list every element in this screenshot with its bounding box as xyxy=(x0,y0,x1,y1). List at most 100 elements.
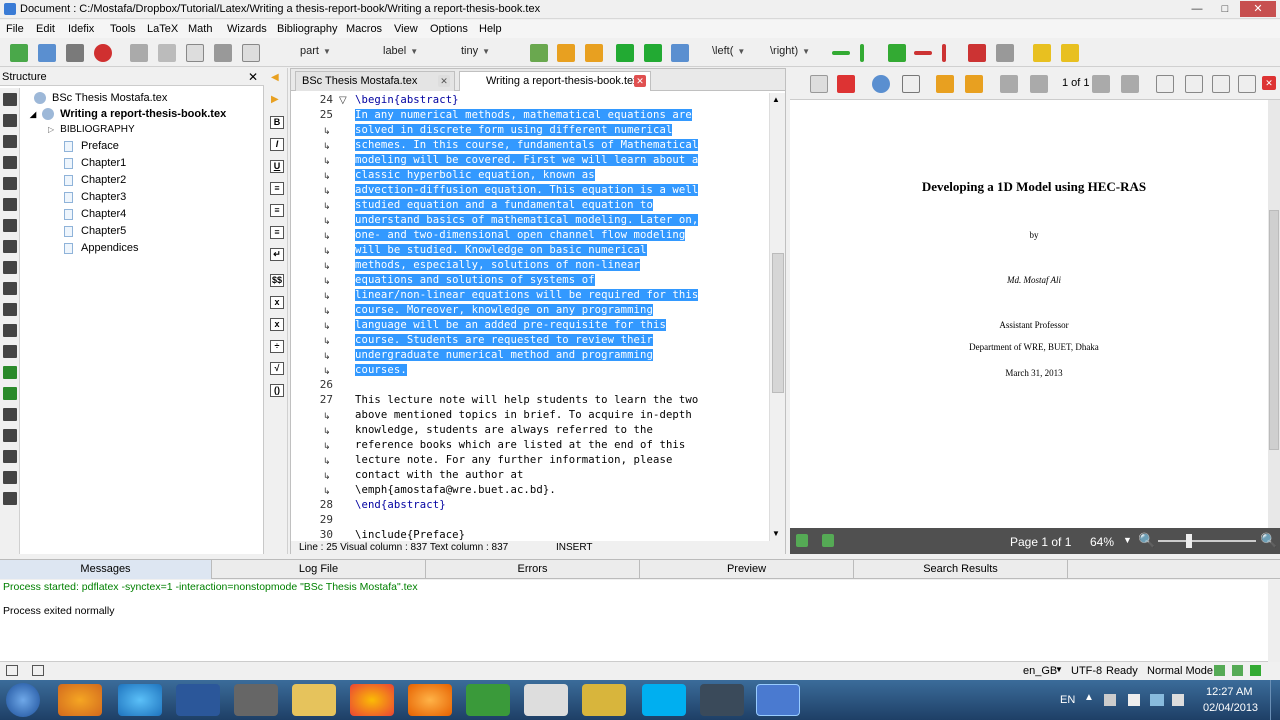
code-line[interactable]: \include{Preface} xyxy=(355,528,465,541)
ps-icon[interactable] xyxy=(3,429,17,442)
code-line[interactable]: methods, especially, solutions of non-li… xyxy=(355,258,641,273)
greek-icon[interactable] xyxy=(3,261,17,274)
circle-icon[interactable] xyxy=(3,324,17,337)
single-page-icon[interactable] xyxy=(1156,75,1174,93)
forward-icon[interactable] xyxy=(965,75,983,93)
code-line[interactable]: \end{abstract} xyxy=(355,498,446,513)
accent-icon[interactable] xyxy=(3,345,17,358)
math-icon[interactable]: $$ xyxy=(270,274,284,287)
run-icon[interactable] xyxy=(644,44,662,62)
clock-date[interactable]: 02/04/2013 xyxy=(1203,702,1258,714)
code-line[interactable]: contact with the author at xyxy=(355,468,523,483)
code-line[interactable]: lecture note. For any further informatio… xyxy=(355,453,672,468)
code-line[interactable]: linear/non-linear equations will be requ… xyxy=(355,288,699,303)
sync-status-icon[interactable] xyxy=(1214,665,1225,676)
tab-messages[interactable]: Messages xyxy=(0,560,212,579)
show-desktop-button[interactable] xyxy=(1270,680,1280,720)
tikz-icon[interactable] xyxy=(3,471,17,484)
braces-icon[interactable] xyxy=(3,198,17,211)
subscript-icon[interactable]: x xyxy=(270,296,284,309)
code-line[interactable]: In any numerical methods, mathematical e… xyxy=(355,108,692,123)
newline-icon[interactable]: ↵ xyxy=(270,248,284,261)
toggle-structure-icon[interactable] xyxy=(6,665,18,676)
redo-icon[interactable] xyxy=(158,44,176,62)
zoom-slider-handle[interactable] xyxy=(1186,534,1192,548)
copy-icon[interactable] xyxy=(186,44,204,62)
code-line[interactable]: This lecture note will help students to … xyxy=(355,393,698,408)
menu-wizards[interactable]: Wizards xyxy=(227,23,267,35)
scroll-thumb[interactable] xyxy=(772,253,784,393)
menu-tools[interactable]: Tools xyxy=(110,23,136,35)
chart-icon[interactable] xyxy=(530,44,548,62)
document-viewer-icon[interactable] xyxy=(524,684,568,716)
code-line[interactable]: \emph{amostafa@wre.buet.ac.bd}. xyxy=(355,483,556,498)
build-icon[interactable] xyxy=(616,44,634,62)
cross-icon[interactable] xyxy=(3,387,17,400)
code-area[interactable]: \begin{abstract} In any numerical methods… xyxy=(355,93,767,541)
tree-item-appendices[interactable]: Appendices xyxy=(64,242,139,254)
encoding-indicator[interactable]: UTF-8 xyxy=(1071,665,1102,677)
tray-app-icon[interactable] xyxy=(1104,694,1116,706)
menu-idefix[interactable]: Idefix xyxy=(68,23,94,35)
hline-icon[interactable] xyxy=(832,51,850,55)
internet-explorer-icon[interactable] xyxy=(118,684,162,716)
menu-edit[interactable]: Edit xyxy=(36,23,55,35)
code-line[interactable]: courses. xyxy=(355,363,407,378)
table-icon[interactable] xyxy=(888,44,906,62)
page-indicator[interactable]: 1 of 1 xyxy=(1062,77,1090,89)
nu-icon[interactable] xyxy=(3,282,17,295)
log-scrollbar[interactable] xyxy=(1268,580,1280,662)
pdf-icon[interactable] xyxy=(837,75,855,93)
grammar-status-icon[interactable] xyxy=(1250,665,1261,676)
forward-arrow-icon[interactable] xyxy=(585,44,603,62)
code-line[interactable]: understand basics of mathematical modeli… xyxy=(355,213,699,228)
delete-vline-icon[interactable] xyxy=(942,44,946,62)
tab-log-file[interactable]: Log File xyxy=(212,560,426,579)
save-icon[interactable] xyxy=(38,44,56,62)
operators-icon[interactable] xyxy=(3,219,17,232)
code-line[interactable]: classic hyperbolic equation, known as xyxy=(355,168,595,183)
underline-icon[interactable]: U xyxy=(270,160,284,173)
fraction-icon[interactable]: ÷ xyxy=(270,340,284,353)
tab-errors[interactable]: Errors xyxy=(426,560,640,579)
paren-icon[interactable]: () xyxy=(270,384,284,397)
zoom-dropdown-icon[interactable]: ▼ xyxy=(1123,535,1132,545)
zoom-out-icon[interactable]: 🔍 xyxy=(1138,532,1155,549)
code-line[interactable]: knowledge, students are always referred … xyxy=(355,423,653,438)
right-arrow-icon[interactable]: ▶ xyxy=(271,94,279,105)
relation-icon[interactable] xyxy=(3,114,17,127)
tab-bsc-thesis[interactable]: BSc Thesis Mostafa.tex ✕ xyxy=(295,71,455,91)
tray-expand-icon[interactable]: ▲ xyxy=(1084,692,1094,703)
editor-scrollbar[interactable]: ▲ ▼ xyxy=(769,93,785,541)
menu-file[interactable]: File xyxy=(6,23,24,35)
align-left-icon[interactable]: ≡ xyxy=(270,182,284,195)
file-explorer-icon[interactable] xyxy=(292,684,336,716)
first-page-icon[interactable] xyxy=(1000,75,1018,93)
menu-latex[interactable]: LaTeX xyxy=(147,23,178,35)
new-file-icon[interactable] xyxy=(10,44,28,62)
menu-help[interactable]: Help xyxy=(479,23,502,35)
language-dropdown-icon[interactable]: ▼ xyxy=(1055,665,1063,674)
left-arrow-icon[interactable]: ◀ xyxy=(271,72,279,83)
sqrt-icon[interactable]: √ xyxy=(270,362,284,375)
app-green-icon[interactable] xyxy=(466,684,510,716)
lambda-icon[interactable] xyxy=(3,240,17,253)
vline-icon[interactable] xyxy=(860,44,864,62)
misc-symbols-icon[interactable] xyxy=(3,156,17,169)
infinity-icon[interactable] xyxy=(3,366,17,379)
word-icon[interactable] xyxy=(176,684,220,716)
tree-item-bsc-thesis[interactable]: BSc Thesis Mostafa.tex xyxy=(34,92,167,105)
collapse-arrow-icon[interactable]: ▷ xyxy=(48,125,54,134)
zoom-level[interactable]: 64% xyxy=(1090,535,1114,549)
tree-item-chapter1[interactable]: Chapter1 xyxy=(64,157,126,169)
code-line[interactable]: language will be an added pre-requisite … xyxy=(355,318,666,333)
pdf-page[interactable]: Developing a 1D Model using HEC-RAS by M… xyxy=(790,100,1268,528)
keyboard-language[interactable]: EN xyxy=(1060,694,1075,706)
zoom-slider[interactable] xyxy=(1158,540,1256,542)
last-page-icon[interactable] xyxy=(1121,75,1139,93)
sectioning-combo[interactable]: part ▼ xyxy=(300,45,331,61)
align-right-icon[interactable]: ≡ xyxy=(270,226,284,239)
scroll-down-icon[interactable]: ▼ xyxy=(772,529,780,538)
code-line[interactable]: \begin{abstract} xyxy=(355,93,459,108)
menu-math[interactable]: Math xyxy=(188,23,212,35)
